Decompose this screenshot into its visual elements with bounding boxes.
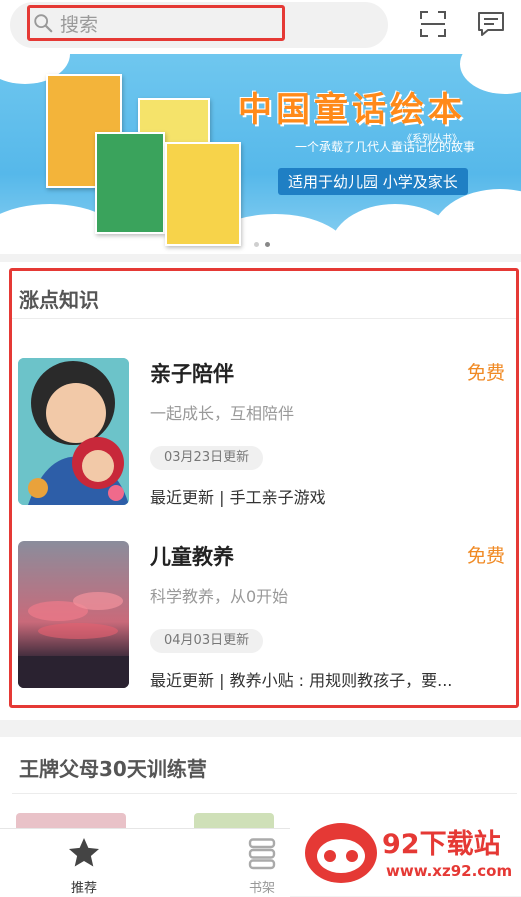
carousel-dot-active bbox=[265, 242, 270, 247]
scan-icon[interactable] bbox=[418, 9, 448, 39]
price-label: 免费 bbox=[466, 545, 505, 567]
banner-audience: 适用于幼儿园 小学及家长 bbox=[278, 168, 468, 195]
nav-label: 推荐 bbox=[70, 881, 97, 896]
section-title: 涨点知识 bbox=[19, 288, 99, 312]
banner-title: 中国童话绘本 bbox=[238, 90, 466, 130]
update-date-badge: 03月23日更新 bbox=[150, 446, 264, 470]
course-card[interactable]: 儿童教养 免费 科学教养，从0开始 04月03日更新 最近更新 | 教养小贴 :… bbox=[0, 541, 521, 691]
price-label: 免费 bbox=[466, 362, 505, 384]
divider bbox=[12, 793, 517, 794]
book-cover bbox=[165, 142, 241, 246]
bottom-navigation: 推荐 书架 bbox=[0, 828, 290, 897]
watermark-logo-icon bbox=[305, 823, 377, 883]
update-date-badge: 04月03日更新 bbox=[150, 629, 264, 653]
course-description: 一起成长，互相陪伴 bbox=[150, 404, 295, 423]
course-description: 科学教养，从0开始 bbox=[150, 587, 289, 606]
carousel-indicator bbox=[254, 242, 270, 247]
carousel-dot bbox=[254, 242, 259, 247]
site-watermark: 92下载站 www.xz92.com bbox=[290, 808, 521, 896]
course-thumbnail bbox=[18, 541, 129, 688]
book-cover bbox=[95, 132, 165, 234]
star-icon bbox=[69, 838, 99, 867]
course-title: 亲子陪伴 bbox=[150, 362, 234, 386]
search-icon bbox=[34, 14, 53, 33]
bookshelf-icon bbox=[248, 838, 276, 870]
course-card[interactable]: 亲子陪伴 免费 一起成长，互相陪伴 03月23日更新 最近更新 | 手工亲子游戏 bbox=[0, 358, 521, 508]
divider bbox=[12, 318, 517, 319]
promo-banner[interactable]: 中国童话绘本 《系列丛书》 一个承载了几代人童话记忆的故事 适用于幼儿园 小学及… bbox=[0, 54, 521, 254]
latest-update: 最近更新 | 教养小贴 : 用规则教孩子，要... bbox=[150, 671, 453, 690]
nav-tab-recommend[interactable]: 推荐 bbox=[24, 829, 144, 897]
message-icon[interactable] bbox=[476, 9, 506, 39]
course-thumbnail bbox=[18, 358, 129, 505]
top-bar: 搜索 bbox=[0, 0, 521, 54]
section-title: 王牌父母30天训练营 bbox=[19, 757, 207, 781]
search-placeholder: 搜索 bbox=[60, 13, 99, 36]
watermark-url: www.xz92.com bbox=[386, 862, 513, 880]
watermark-name: 92下载站 bbox=[382, 829, 501, 860]
search-input[interactable]: 搜索 bbox=[27, 5, 285, 41]
course-title: 儿童教养 bbox=[150, 545, 234, 569]
knowledge-section: 涨点知识 亲子陪伴 免费 一起成长，互相陪伴 03月23日更新 最近更新 | 手… bbox=[0, 262, 521, 720]
banner-subtitle: 一个承载了几代人童话记忆的故事 bbox=[295, 140, 476, 154]
latest-update: 最近更新 | 手工亲子游戏 bbox=[150, 488, 326, 507]
